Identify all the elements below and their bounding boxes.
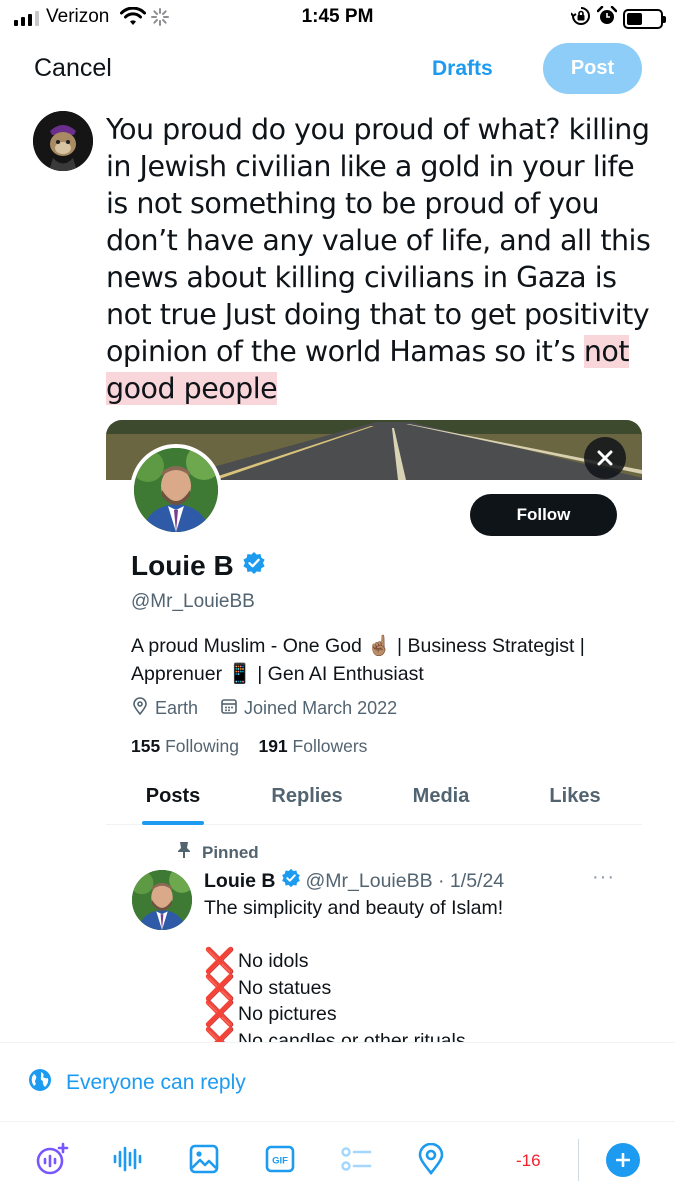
character-count: -16 — [516, 1151, 541, 1170]
pointing-up-emoji: ☝🏽 — [367, 635, 392, 657]
tweet-list: ❌ No idols ❌ No statues ❌ No pictures ❌ No c… — [204, 948, 466, 1042]
location-icon[interactable] — [413, 1141, 449, 1177]
profile-card[interactable]: Follow Louie B @Mr_LouieBB A proud Musli… — [106, 420, 642, 1042]
following-label: Following — [165, 736, 240, 756]
list-item-text: No idols — [238, 950, 309, 972]
verified-badge-icon — [242, 550, 266, 582]
globe-icon — [28, 1068, 52, 1098]
divider — [0, 1121, 675, 1122]
tweet-avatar[interactable] — [132, 870, 192, 930]
tab-label: Posts — [145, 785, 201, 807]
profile-location: Earth — [155, 698, 199, 718]
voice-icon[interactable] — [109, 1141, 145, 1177]
avatar[interactable] — [33, 111, 93, 171]
post-button[interactable]: Post — [543, 43, 642, 94]
tab-label: Likes — [549, 785, 601, 807]
compose-text: You proud do you proud of what? killing … — [106, 113, 651, 368]
svg-text:GIF: GIF — [272, 1156, 288, 1167]
list-item-text: No candles or other rituals — [238, 1029, 466, 1043]
add-post-button[interactable] — [606, 1143, 640, 1177]
profile-joined: Joined March 2022 — [244, 698, 398, 718]
followers-count: 191 — [258, 736, 288, 756]
following-count: 155 — [131, 736, 161, 756]
cross-mark-icon: ❌ — [204, 973, 236, 1002]
compose-toolbar: GIF -16 — [0, 1135, 675, 1187]
tab-media[interactable]: Media — [374, 772, 508, 824]
battery-icon — [623, 8, 666, 29]
tweet-handle-date: @Mr_LouieBB · 1/5/24 — [305, 869, 505, 892]
tab-label: Media — [412, 785, 470, 807]
close-icon[interactable] — [584, 437, 626, 479]
bio-text: | Gen AI Enthusiast — [257, 663, 424, 685]
profile-bio: A proud Muslim - One God ☝🏽 | Business S… — [131, 632, 631, 688]
calendar-icon — [220, 697, 238, 720]
cross-mark-icon: ❌ — [204, 1026, 236, 1042]
reply-setting-button[interactable]: Everyone can reply — [28, 1068, 246, 1098]
tab-label: Replies — [271, 785, 343, 807]
alarm-icon — [596, 5, 618, 31]
cross-mark-icon: ❌ — [204, 1000, 236, 1029]
tweet-header: Louie B @Mr_LouieBB · 1/5/24 — [204, 868, 504, 894]
reply-setting-label: Everyone can reply — [66, 1071, 246, 1094]
follow-button[interactable]: Follow — [470, 494, 617, 536]
divider — [578, 1139, 579, 1181]
list-item-text: No pictures — [238, 1003, 337, 1025]
profile-name-text: Louie B — [131, 550, 234, 581]
location-pin-icon — [131, 697, 149, 720]
compose-text-area[interactable]: You proud do you proud of what? killing … — [106, 111, 656, 407]
active-tab-indicator — [142, 821, 204, 825]
profile-tabs: Posts Replies Media Likes — [106, 772, 642, 825]
profile-name: Louie B — [131, 550, 266, 582]
bio-text: | Business Strategist | — [396, 635, 585, 657]
drafts-button[interactable]: Drafts — [432, 57, 493, 81]
cross-mark-icon: ❌ — [204, 947, 236, 976]
plus-icon — [616, 1153, 630, 1167]
profile-meta: Earth Joined March 2022 — [131, 697, 397, 720]
followers-label: Followers — [292, 736, 368, 756]
followers-link[interactable]: 191 Followers — [258, 736, 367, 756]
mobile-phone-emoji: 📱 — [227, 663, 252, 685]
tweet-text: The simplicity and beauty of Islam! — [204, 897, 504, 919]
gif-icon[interactable]: GIF — [262, 1141, 298, 1177]
tab-replies[interactable]: Replies — [240, 772, 374, 824]
image-icon[interactable] — [186, 1141, 222, 1177]
profile-handle: @Mr_LouieBB — [131, 591, 255, 612]
grok-icon[interactable] — [34, 1141, 70, 1177]
pinned-label: Pinned — [176, 841, 259, 864]
list-item: ❌ No statues — [204, 975, 466, 1002]
status-bar: Verizon 1:45 PM — [0, 0, 675, 36]
pin-icon — [176, 841, 192, 864]
bio-text: Apprenuer — [131, 663, 223, 685]
profile-avatar[interactable] — [130, 444, 222, 536]
divider — [0, 1042, 675, 1043]
follow-stats: 155 Following 191 Followers — [131, 736, 367, 757]
bio-text: A proud Muslim - One God — [131, 635, 362, 657]
tweet-author-name: Louie B — [204, 869, 276, 892]
cancel-button[interactable]: Cancel — [34, 54, 112, 83]
list-item-text: No statues — [238, 976, 332, 999]
tab-likes[interactable]: Likes — [508, 772, 642, 824]
orientation-lock-icon — [570, 6, 591, 31]
more-options-icon[interactable]: ··· — [592, 866, 615, 889]
following-link[interactable]: 155 Following — [131, 736, 239, 756]
pinned-text: Pinned — [202, 842, 259, 862]
list-item: ❌ No candles or other rituals — [204, 1026, 466, 1043]
poll-icon[interactable] — [338, 1141, 374, 1177]
list-item: ❌ No pictures — [204, 1001, 466, 1028]
list-item: ❌ No idols — [204, 948, 466, 975]
verified-badge-icon — [281, 868, 301, 894]
tab-posts[interactable]: Posts — [106, 772, 240, 825]
